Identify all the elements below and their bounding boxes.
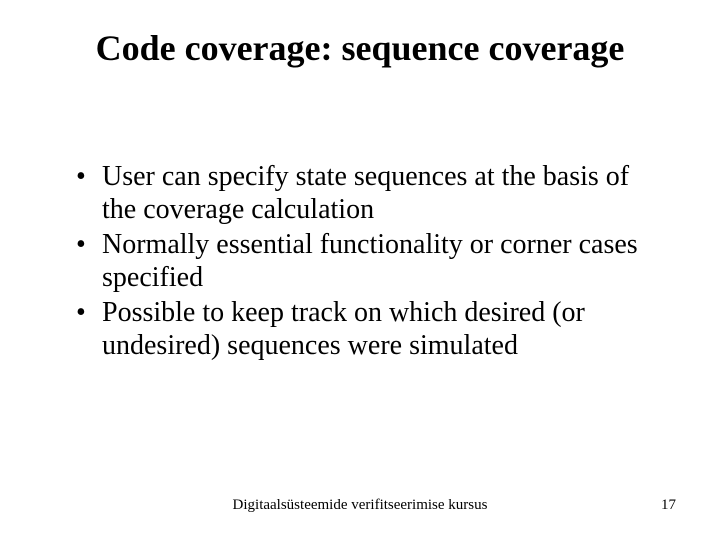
bullet-list: User can specify state sequences at the … [70, 160, 660, 362]
page-number: 17 [661, 497, 676, 514]
slide: Code coverage: sequence coverage User ca… [0, 0, 720, 540]
bullet-text: Normally essential functionality or corn… [102, 229, 638, 293]
list-item: Normally essential functionality or corn… [70, 228, 660, 294]
bullet-text: User can specify state sequences at the … [102, 161, 629, 225]
slide-body: User can specify state sequences at the … [70, 160, 660, 364]
bullet-text: Possible to keep track on which desired … [102, 297, 585, 361]
slide-title: Code coverage: sequence coverage [0, 28, 720, 69]
list-item: Possible to keep track on which desired … [70, 296, 660, 362]
list-item: User can specify state sequences at the … [70, 160, 660, 226]
footer-text: Digitaalsüsteemide verifitseerimise kurs… [0, 497, 720, 514]
